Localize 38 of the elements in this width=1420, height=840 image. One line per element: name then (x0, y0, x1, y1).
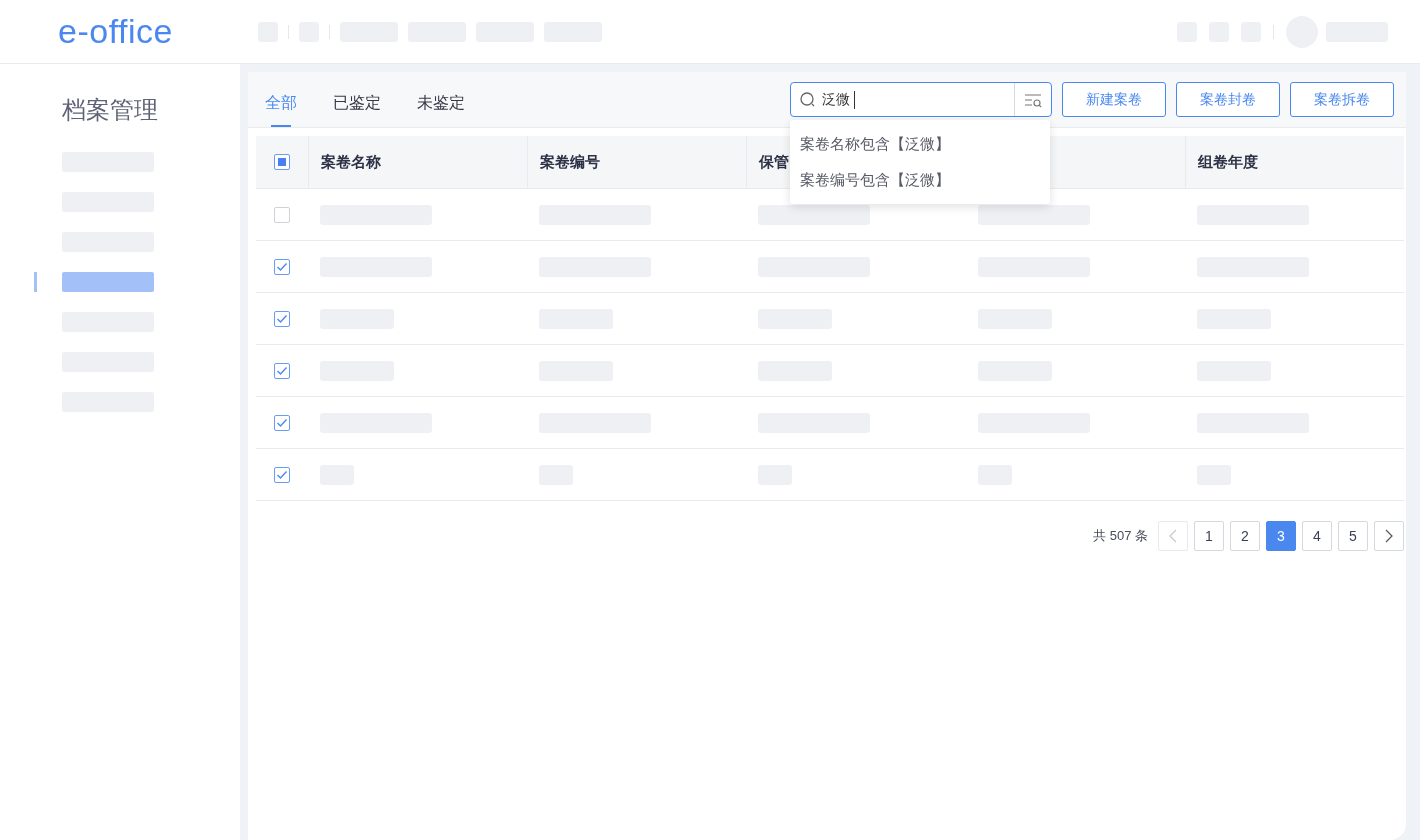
tab[interactable]: 已鉴定 (333, 72, 381, 127)
sidebar-item[interactable] (62, 272, 154, 292)
column-header: 案卷编号 (540, 152, 601, 172)
next-page-button[interactable] (1374, 521, 1404, 551)
checkmark-icon (276, 417, 288, 428)
total-count: 共 507 条 (1093, 527, 1148, 545)
column-header: 组卷年度 (1197, 152, 1258, 172)
checkmark-icon (276, 261, 288, 272)
search-field[interactable]: 泛微 (790, 82, 1052, 117)
logo: e-office (58, 12, 174, 51)
chevron-right-icon (1385, 529, 1393, 543)
filter-search-icon[interactable] (1023, 91, 1043, 108)
row-checkbox[interactable] (274, 310, 290, 327)
suggestion-item[interactable]: 案卷名称包含【泛微】 (790, 126, 1050, 162)
sidebar-title: 档案管理 (62, 95, 159, 125)
action-button[interactable]: 新建案卷 (1062, 82, 1166, 117)
page-button[interactable]: 4 (1302, 521, 1332, 551)
select-all-checkbox[interactable] (274, 154, 290, 170)
column-header: 案卷名称 (321, 152, 381, 172)
row-checkbox[interactable] (274, 258, 290, 275)
row-checkbox[interactable] (274, 414, 290, 431)
row-checkbox[interactable] (274, 362, 290, 379)
row-checkbox[interactable] (274, 206, 290, 223)
column-header: 保管 (759, 152, 790, 172)
suggestion-item[interactable]: 案卷编号包含【泛微】 (790, 162, 1050, 198)
search-icon (799, 90, 817, 109)
row-checkbox[interactable] (274, 466, 290, 483)
chevron-left-icon (1169, 529, 1177, 543)
page-button[interactable]: 1 (1194, 521, 1224, 551)
checkmark-icon (276, 313, 288, 324)
tab[interactable]: 未鉴定 (417, 72, 465, 127)
text-cursor (854, 90, 855, 109)
page-button[interactable]: 5 (1338, 521, 1368, 551)
action-button[interactable]: 案卷拆卷 (1290, 82, 1394, 117)
page-button[interactable]: 2 (1230, 521, 1260, 551)
checkmark-icon (276, 469, 288, 480)
checkmark-icon (276, 365, 288, 376)
action-button[interactable]: 案卷封卷 (1176, 82, 1280, 117)
